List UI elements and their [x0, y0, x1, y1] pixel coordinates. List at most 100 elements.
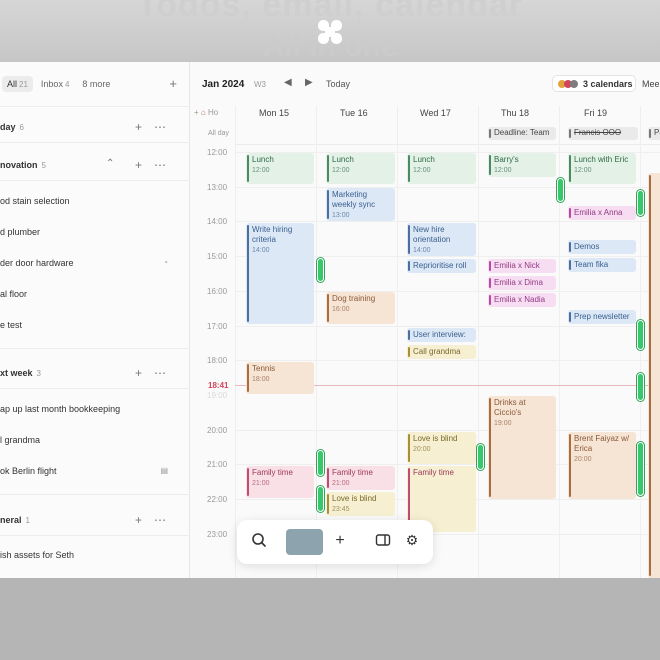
calendar-event[interactable]: New hire orientation 14:00	[407, 223, 476, 256]
chevron-up-icon[interactable]: ⌃	[106, 158, 114, 169]
more-options-button[interactable]: ⋯	[154, 158, 166, 172]
current-time-label: 18:41	[208, 381, 229, 390]
calendar-event[interactable]: Family time 21:00	[246, 466, 314, 498]
prev-week-icon[interactable]: ◀	[284, 77, 292, 88]
section-today[interactable]: day 6 + ⋯	[0, 118, 190, 138]
app-window: All 21 Inbox 4 8 more + day 6 + ⋯ novation 5…	[0, 62, 660, 578]
hour-gridline	[235, 326, 660, 327]
calendar-event[interactable]: Reprioritise roll	[407, 259, 476, 273]
task-item[interactable]: d plumber	[0, 224, 190, 242]
meet-button[interactable]: Mee	[642, 79, 660, 89]
day-header[interactable]: Tue 16	[340, 108, 368, 118]
column-divider	[559, 106, 560, 578]
add-task-button[interactable]: +	[135, 158, 142, 172]
color-swatch-button[interactable]	[286, 529, 323, 555]
calendar-event[interactable]: Tennis 18:00	[246, 362, 314, 394]
calendar-color-dot	[570, 80, 578, 88]
sidebar-toggle-icon[interactable]	[373, 532, 393, 552]
calendar-event[interactable]: Prep newsletter	[568, 310, 636, 324]
calendar-event[interactable]: Barry's 12:00	[488, 153, 556, 177]
more-options-button[interactable]: ⋯	[154, 513, 166, 527]
task-item[interactable]: ish assets for Seth	[0, 547, 190, 565]
hour-label: 12:00	[207, 148, 228, 157]
sidebar-tabs: All 21 Inbox 4 8 more +	[0, 62, 189, 106]
calendar-event[interactable]: Call grandma	[407, 345, 476, 359]
divider	[0, 142, 190, 143]
calendar-event[interactable]: Lunch 12:00	[407, 153, 476, 184]
task-item[interactable]: od stain selection	[0, 193, 190, 211]
add-list-button[interactable]: +	[169, 76, 177, 91]
calendar-event-partial[interactable]	[648, 173, 660, 578]
document-icon: ▤	[160, 466, 168, 475]
task-pill[interactable]	[637, 442, 644, 496]
calendar-event[interactable]: Drinks at Ciccio's 19:00	[488, 396, 556, 499]
tab-all[interactable]: All 21	[2, 76, 33, 92]
divider	[0, 494, 190, 495]
allday-event[interactable]: Francis OOO	[568, 127, 638, 140]
task-pill[interactable]	[317, 258, 324, 282]
add-task-button[interactable]: +	[135, 513, 142, 527]
add-task-button[interactable]: +	[135, 366, 142, 380]
day-header[interactable]: Fri 19	[584, 108, 607, 118]
hour-label: 15:00	[207, 252, 228, 261]
task-pill[interactable]	[317, 486, 324, 512]
calendar-event[interactable]: Brent Faiyaz w/ Erica 20:00	[568, 432, 636, 499]
calendar-event[interactable]: Love is blind 20:00	[407, 432, 476, 464]
task-item[interactable]: l grandma	[0, 432, 190, 450]
tab-inbox[interactable]: Inbox 4	[36, 76, 74, 92]
calendar-event[interactable]: Team fika	[568, 258, 636, 272]
section-next-week[interactable]: xt week 3 + ⋯	[0, 364, 190, 384]
calendar-event[interactable]: Love is blind 23:45	[326, 492, 395, 516]
hour-label: 22:00	[207, 495, 228, 504]
calendar-event[interactable]: User interview:	[407, 328, 476, 342]
calendar-event[interactable]: Dog training 16:00	[326, 292, 395, 324]
hour-label: 20:00	[207, 426, 228, 435]
house-icon: ⌂	[200, 108, 206, 117]
plus-icon[interactable]: +	[330, 532, 350, 552]
task-pill[interactable]	[637, 190, 644, 216]
add-task-button[interactable]: +	[135, 120, 142, 134]
task-item[interactable]: e test	[0, 317, 190, 335]
calendar-view: Jan 2024 W3 ◀ ▶ Today 3 calendars Mee + …	[190, 62, 660, 578]
day-header[interactable]: Mon 15	[259, 108, 289, 118]
task-pill[interactable]	[637, 320, 644, 350]
calendar-event[interactable]: Marketing weekly sync 13:00	[326, 188, 395, 221]
calendar-event[interactable]: Family time 21:00	[326, 466, 395, 490]
search-icon[interactable]	[249, 532, 269, 552]
hour-label: 16:00	[207, 287, 228, 296]
calendar-event[interactable]: Emilia x Nick	[488, 259, 556, 273]
more-options-button[interactable]: ⋯	[154, 366, 166, 380]
calendar-event[interactable]: Lunch with Eric 12:00	[568, 153, 636, 184]
tab-more[interactable]: 8 more	[77, 76, 115, 92]
allday-event[interactable]: Pa	[648, 127, 660, 140]
calendar-event[interactable]: Write hiring criteria 14:00	[246, 223, 314, 324]
calendar-event[interactable]: Emilia x Dima	[488, 276, 556, 290]
gear-icon[interactable]: ⚙	[402, 532, 422, 552]
section-general[interactable]: neral 1 + ⋯	[0, 511, 190, 531]
task-pill[interactable]	[317, 450, 324, 476]
calendar-event[interactable]: Emilia x Nadia	[488, 293, 556, 307]
day-header[interactable]: Wed 17	[420, 108, 451, 118]
task-item[interactable]: der door hardware ◔	[0, 255, 190, 273]
task-item[interactable]: ok Berlin flight ▤	[0, 463, 190, 481]
today-button[interactable]: Today	[326, 79, 350, 89]
day-header[interactable]: Thu 18	[501, 108, 529, 118]
task-item[interactable]: ap up last month bookkeeping	[0, 401, 190, 419]
task-pill[interactable]	[637, 373, 644, 401]
allday-event[interactable]: Deadline: Team	[488, 127, 556, 140]
calendar-event[interactable]: Demos	[568, 240, 636, 254]
more-options-button[interactable]: ⋯	[154, 120, 166, 134]
section-renovation[interactable]: novation 5 ⌃ + ⋯	[0, 156, 190, 176]
task-item[interactable]: al floor	[0, 286, 190, 304]
month-label: Jan 2024	[202, 79, 245, 90]
calendar-event[interactable]: Lunch 12:00	[246, 153, 314, 184]
next-week-icon[interactable]: ▶	[305, 77, 313, 88]
app-logo-icon	[318, 20, 342, 44]
calendar-event[interactable]: Emilia x Anna	[568, 206, 636, 220]
divider	[0, 348, 190, 349]
hour-label: 18:00	[207, 356, 228, 365]
calendars-selector[interactable]: 3 calendars	[552, 75, 636, 92]
calendar-event[interactable]: Lunch 12:00	[326, 153, 395, 184]
task-pill[interactable]	[477, 444, 484, 470]
task-pill[interactable]	[557, 178, 564, 202]
